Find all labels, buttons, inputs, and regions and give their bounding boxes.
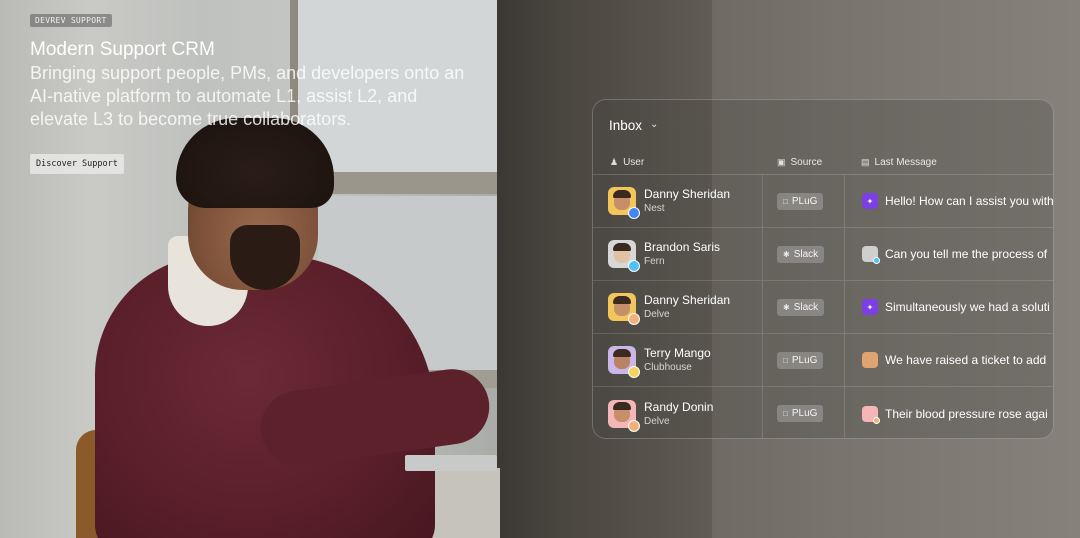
message-text: We have raised a ticket to add (885, 353, 1047, 367)
slack-icon: ✱ (783, 302, 790, 312)
user-company: Clubhouse (644, 362, 692, 373)
chat-bubble-icon: □ (783, 196, 788, 206)
avatar-face (613, 348, 631, 369)
user-cell: Danny Sheridan Nest (593, 175, 763, 227)
table-row[interactable]: Danny Sheridan Nest □ PLuG ✦ Hello! How … (593, 175, 1053, 228)
user-cell: Terry Mango Clubhouse (593, 334, 763, 386)
company-badge-icon (873, 416, 880, 424)
hero-section: DEVREV SUPPORT Modern Support CRM Bringi… (30, 10, 470, 174)
page-title: Modern Support CRM (30, 39, 215, 60)
column-user[interactable]: ♟ User (593, 157, 763, 168)
column-last-message-label: Last Message (874, 156, 937, 168)
user-name: Terry Mango (644, 346, 711, 360)
message-cell: Can you tell me the process of (845, 228, 1053, 280)
avatar-face (613, 242, 631, 263)
message-text: Simultaneously we had a soluti (885, 300, 1050, 314)
column-user-label: User (623, 156, 645, 168)
company-badge-icon (628, 419, 640, 432)
chevron-down-icon: ⌄ (650, 118, 659, 130)
avatar (608, 346, 640, 378)
page-subtitle: Bringing support people, PMs, and develo… (30, 63, 465, 129)
user-name: Danny Sheridan (644, 293, 731, 307)
source-badge: □ PLuG (777, 405, 824, 422)
inbox-panel: Inbox ⌄ ♟ User ▣ Source ▤ Last Message D… (592, 99, 1054, 439)
user-company: Nest (644, 203, 665, 214)
user-cell: Brandon Saris Fern (593, 228, 763, 280)
user-avatar-icon (862, 405, 880, 424)
product-tag: DEVREV SUPPORT (30, 14, 112, 27)
company-badge-icon (628, 366, 640, 378)
ai-agent-icon: ✦ (862, 299, 878, 315)
avatar (608, 399, 640, 432)
table-body: Danny Sheridan Nest □ PLuG ✦ Hello! How … (593, 175, 1053, 438)
chat-bubble-icon: □ (783, 409, 788, 418)
message-text: Hello! How can I assist you with (885, 194, 1053, 208)
message-cell: Their blood pressure rose agai (845, 387, 1053, 438)
company-badge-icon (873, 257, 880, 264)
source-badge: □ PLuG (777, 192, 824, 210)
source-cell: □ PLuG (763, 387, 845, 438)
user-company: Delve (644, 309, 670, 320)
source-label: PLuG (791, 408, 818, 419)
table-row[interactable]: Randy Donin Delve □ PLuG Their blood pre… (593, 387, 1053, 438)
monitor-icon: ▣ (777, 156, 786, 167)
user-name: Brandon Saris (644, 240, 721, 254)
table-row[interactable]: Brandon Saris Fern ✱ Slack Can you tell … (593, 228, 1053, 281)
column-source[interactable]: ▣ Source (763, 157, 845, 168)
table-row[interactable]: Terry Mango Clubhouse □ PLuG We have rai… (593, 334, 1053, 387)
source-cell: ✱ Slack (763, 281, 845, 333)
avatar (608, 187, 640, 219)
table-header: ♟ User ▣ Source ▤ Last Message (593, 150, 1053, 175)
avatar (608, 293, 640, 325)
laptop (405, 455, 497, 471)
company-badge-icon (628, 313, 640, 325)
source-label: Slack (793, 248, 819, 260)
avatar-face (613, 295, 631, 316)
slack-icon: ✱ (783, 249, 790, 259)
user-icon: ♟ (610, 156, 619, 167)
window-frame (310, 172, 500, 194)
column-source-label: Source (790, 156, 823, 168)
column-last-message[interactable]: ▤ Last Message (845, 157, 1053, 168)
source-badge: ✱ Slack (777, 298, 825, 316)
user-name: Randy Donin (644, 399, 714, 414)
table-row[interactable]: Danny Sheridan Delve ✱ Slack ✦ Simultane… (593, 281, 1053, 334)
user-company: Fern (644, 256, 665, 267)
message-icon: ▤ (861, 156, 870, 167)
source-badge: ✱ Slack (777, 245, 825, 263)
avatar (608, 240, 640, 272)
ai-agent-icon: ✦ (862, 193, 878, 209)
inbox-title: Inbox (609, 117, 643, 133)
source-badge: □ PLuG (777, 351, 824, 369)
source-cell: □ PLuG (763, 334, 845, 386)
inbox-dropdown[interactable]: Inbox ⌄ (593, 100, 1053, 150)
discover-support-button[interactable]: Discover Support (30, 154, 124, 174)
source-label: PLuG (791, 354, 818, 366)
source-cell: □ PLuG (763, 175, 845, 227)
message-cell: We have raised a ticket to add (845, 334, 1053, 386)
avatar-face (613, 189, 631, 210)
user-company: Delve (644, 415, 670, 427)
message-cell: ✦ Simultaneously we had a soluti (845, 281, 1053, 333)
user-name: Danny Sheridan (644, 187, 731, 201)
message-text: Their blood pressure rose agai (885, 406, 1048, 421)
user-cell: Danny Sheridan Delve (593, 281, 763, 333)
company-badge-icon (628, 260, 640, 272)
source-cell: ✱ Slack (763, 228, 845, 280)
company-badge-icon (628, 207, 640, 219)
chat-bubble-icon: □ (783, 355, 788, 365)
source-label: PLuG (791, 195, 818, 207)
user-avatar-icon (862, 352, 878, 368)
message-cell: ✦ Hello! How can I assist you with (845, 175, 1053, 227)
source-label: Slack (793, 301, 819, 313)
user-cell: Randy Donin Delve (593, 387, 763, 438)
user-avatar-icon (862, 246, 880, 264)
avatar-face (613, 402, 631, 422)
message-text: Can you tell me the process of (885, 247, 1048, 261)
